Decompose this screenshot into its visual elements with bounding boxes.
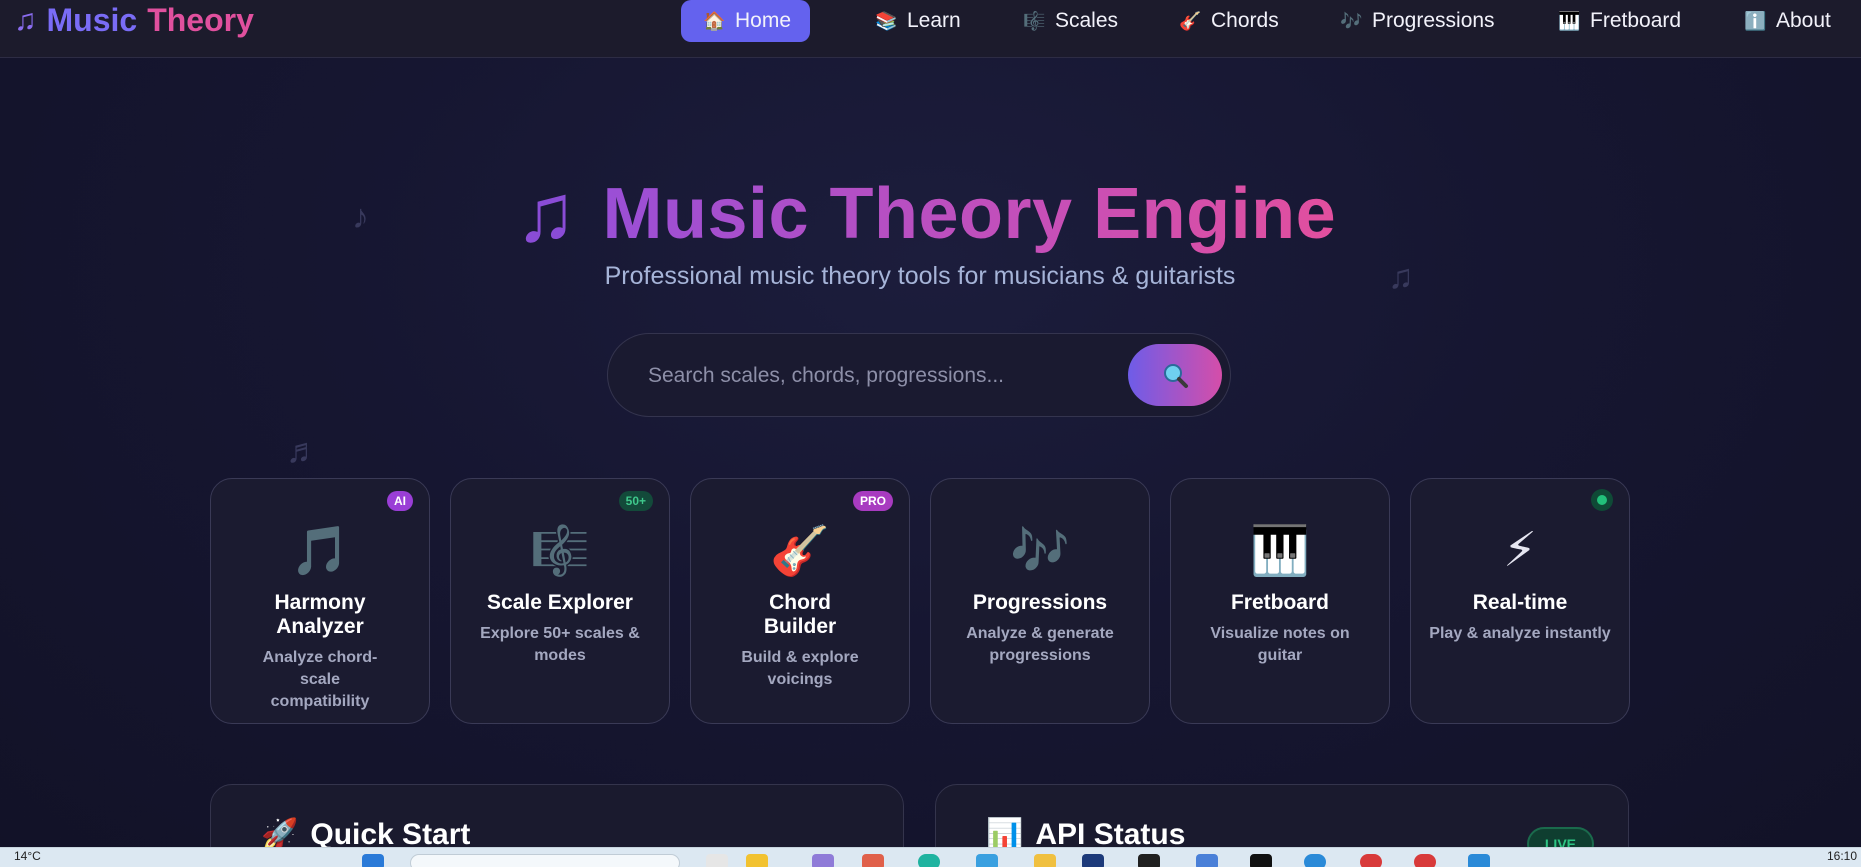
app-icon[interactable] bbox=[1196, 854, 1218, 867]
card-title-text: Harmony Analyzer bbox=[274, 591, 366, 638]
nav-item-about[interactable]: ℹ️ About bbox=[1722, 0, 1840, 42]
nav-label: Scales bbox=[1055, 9, 1119, 32]
app-icon[interactable] bbox=[812, 854, 834, 867]
top-navigation: ♫ Music Theory 🏠 Home 📚 Learn 🎼 Scales 🎸 Chords… bbox=[0, 0, 1861, 58]
search-input[interactable] bbox=[648, 356, 1088, 396]
card-description: Play & analyze instantly bbox=[1429, 625, 1611, 642]
os-taskbar: 14°C 16:10 bbox=[0, 847, 1861, 867]
music-note-icon: ♫ bbox=[515, 168, 577, 259]
piano-icon: 🎹 bbox=[1250, 524, 1310, 578]
card-description: Analyze & generate progressions bbox=[966, 625, 1114, 664]
brand-word-music: Music bbox=[46, 2, 138, 38]
app-icon[interactable] bbox=[976, 854, 998, 867]
brand-logo[interactable]: ♫ Music Theory bbox=[14, 2, 254, 39]
search-button[interactable] bbox=[1128, 344, 1222, 406]
card-title-text: Progressions bbox=[972, 591, 1108, 614]
card-description: Explore 50+ scales & modes bbox=[480, 625, 640, 664]
house-icon: 🏠 bbox=[703, 10, 726, 31]
card-title-text: Real-time bbox=[1472, 591, 1568, 614]
nav-item-chords[interactable]: 🎸 Chords bbox=[1157, 0, 1284, 42]
app-icon[interactable] bbox=[1468, 854, 1490, 867]
hero-subtitle: Professional music theory tools for musi… bbox=[604, 262, 1236, 290]
nav-label: Learn bbox=[907, 9, 961, 32]
card-badge: 50+ bbox=[618, 491, 653, 511]
app-icon[interactable] bbox=[1034, 854, 1056, 867]
card-description: Analyze chord-scale compatibility bbox=[262, 649, 378, 710]
feature-card[interactable]: AI 🎵 Harmony Analyzer Analyze chord-scale c… bbox=[210, 478, 430, 724]
app-icon[interactable] bbox=[1414, 854, 1436, 867]
notes-icon: 🎶 bbox=[1340, 10, 1363, 31]
system-clock: 16:10 bbox=[1826, 849, 1857, 863]
card-title: Chord Builder Build & explore voicings bbox=[735, 591, 865, 691]
card-title-text: Chord Builder bbox=[763, 591, 837, 638]
info-icon: ℹ️ bbox=[1744, 10, 1767, 31]
app-icon[interactable] bbox=[706, 854, 728, 867]
app-icon[interactable] bbox=[1138, 854, 1160, 867]
floating-note-icon: ♬ bbox=[286, 432, 320, 470]
feature-card[interactable]: 🎶 Progressions Analyze & generate progress… bbox=[930, 478, 1150, 724]
music-notes-icon: 🎶 bbox=[1010, 524, 1070, 578]
start-icon[interactable] bbox=[362, 854, 384, 867]
piano-icon: 🎹 bbox=[1558, 10, 1581, 31]
lightning-icon: ⚡ bbox=[1503, 524, 1537, 577]
app-icon[interactable] bbox=[1304, 854, 1326, 867]
weather-temperature: 14°C bbox=[14, 849, 41, 863]
feature-card[interactable]: PRO 🎸 Chord Builder Build & explore voicing… bbox=[690, 478, 910, 724]
guitar-icon: 🎸 bbox=[770, 524, 830, 578]
search-icon bbox=[1164, 364, 1188, 388]
nav-item-scales[interactable]: 🎼 Scales bbox=[1001, 0, 1127, 42]
app-icon[interactable] bbox=[1360, 854, 1382, 867]
card-title: Progressions Analyze & generate progressi… bbox=[955, 591, 1125, 667]
app-icon[interactable] bbox=[862, 854, 884, 867]
app-icon[interactable] bbox=[1082, 854, 1104, 867]
floating-note-icon: ♪ bbox=[352, 198, 369, 236]
card-title: Harmony Analyzer Analyze chord-scale comp… bbox=[251, 591, 389, 713]
page-title: Music Theory Engine bbox=[602, 174, 1337, 254]
nav-item-home[interactable]: 🏠 Home bbox=[681, 0, 810, 42]
hero-title: ♫ Music Theory Engine bbox=[515, 168, 1336, 260]
nav-item-progressions[interactable]: 🎶 Progressions bbox=[1318, 0, 1501, 42]
app-icon[interactable] bbox=[746, 854, 768, 867]
card-description: Visualize notes on guitar bbox=[1210, 625, 1350, 664]
scales-icon: 🎼 bbox=[1023, 10, 1046, 31]
nav-label: Progressions bbox=[1372, 9, 1495, 32]
nav-label: Chords bbox=[1211, 9, 1279, 32]
music-note-icon: 🎵 bbox=[290, 524, 350, 578]
nav-item-learn[interactable]: 📚 Learn bbox=[853, 0, 965, 42]
guitar-icon: 🎸 bbox=[1179, 10, 1202, 31]
card-title-text: Fretboard bbox=[1230, 591, 1329, 614]
feature-card[interactable]: ⚡ Real-time Play & analyze instantly bbox=[1410, 478, 1630, 724]
card-title: Real-time Play & analyze instantly bbox=[1421, 591, 1619, 645]
card-title: Scale Explorer Explore 50+ scales & modes bbox=[475, 591, 645, 667]
nav-item-fretboard[interactable]: 🎹 Fretboard bbox=[1536, 0, 1682, 42]
card-badge: PRO bbox=[852, 491, 893, 511]
nav-label: Fretboard bbox=[1590, 9, 1682, 32]
feature-card[interactable]: 50+ 🎼 Scale Explorer Explore 50+ scales & m… bbox=[450, 478, 670, 724]
search-bar bbox=[607, 333, 1231, 417]
card-title-text: Scale Explorer bbox=[487, 591, 633, 614]
card-description: Build & explore voicings bbox=[741, 649, 859, 688]
app-icon[interactable] bbox=[918, 854, 940, 867]
app-icon[interactable] bbox=[1250, 854, 1272, 867]
sheet-music-icon: 🎼 bbox=[530, 524, 590, 578]
nav-label: About bbox=[1776, 9, 1831, 32]
taskbar-search[interactable] bbox=[410, 854, 680, 867]
card-title: Fretboard Visualize notes on guitar bbox=[1207, 591, 1353, 667]
feature-card[interactable]: 🎹 Fretboard Visualize notes on guitar bbox=[1170, 478, 1390, 724]
card-badge: AI bbox=[387, 491, 413, 511]
nav-label: Home bbox=[735, 9, 792, 32]
music-note-icon: ♫ bbox=[14, 3, 37, 37]
books-icon: 📚 bbox=[875, 10, 898, 31]
brand-word-theory: Theory bbox=[147, 2, 254, 38]
live-indicator-dot bbox=[1591, 489, 1613, 511]
